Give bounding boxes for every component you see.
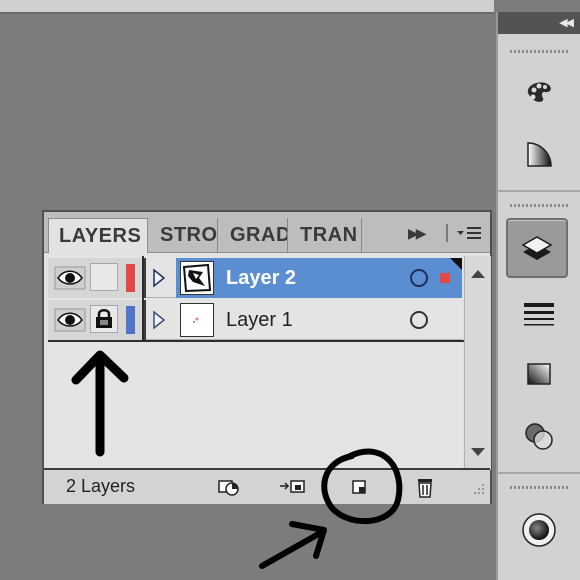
tool-dock: ◀◀ — [496, 12, 580, 580]
tab-divider — [446, 224, 448, 242]
panel-menu-icon[interactable] — [456, 226, 482, 240]
more-tabs-icon[interactable]: ▶▶ — [408, 225, 426, 242]
column-divider — [142, 256, 144, 340]
dock-separator — [498, 190, 580, 192]
current-layer-marker — [450, 258, 462, 270]
layer-controls — [48, 258, 146, 298]
delete-layer-icon[interactable] — [414, 476, 440, 498]
expand-triangle-icon[interactable] — [152, 268, 166, 288]
tab-label: GRAD — [230, 224, 288, 246]
gradient-panel-icon[interactable] — [512, 350, 566, 398]
make-clipping-mask-icon[interactable] — [278, 476, 305, 498]
layer-color-indicator — [126, 306, 135, 334]
layer-controls — [48, 300, 146, 340]
layer-color-indicator — [126, 264, 135, 292]
layer-thumbnail — [180, 261, 214, 295]
tab-label: TRAN — [300, 224, 358, 246]
swatches-icon[interactable] — [512, 68, 566, 116]
stroke-icon[interactable] — [512, 290, 566, 338]
tab-stroke[interactable]: STRO — [150, 218, 218, 252]
visibility-eye-icon[interactable] — [54, 308, 86, 332]
create-new-layer-icon[interactable] — [348, 476, 374, 498]
lock-toggle-empty[interactable] — [90, 263, 118, 291]
list-end-line — [48, 340, 464, 342]
layers-list: Layer 2 Layer 1 — [48, 256, 462, 470]
dock-header: ◀◀ — [498, 12, 580, 34]
layer-thumbnail — [180, 303, 214, 337]
dock-grip[interactable] — [510, 204, 570, 207]
resize-grip-icon[interactable] — [468, 476, 486, 498]
panel-tab-bar: LAYERS STRO GRAD TRAN ▶▶ — [44, 212, 490, 253]
layer-row[interactable]: Layer 2 — [48, 258, 462, 298]
canvas-window-edge — [0, 0, 494, 14]
collapse-dock-icon[interactable]: ◀◀ — [559, 16, 574, 29]
layer-name[interactable]: Layer 2 — [226, 267, 296, 290]
gradient-icon[interactable] — [512, 130, 566, 178]
tab-label: LAYERS — [59, 225, 142, 247]
appearance-icon[interactable] — [512, 506, 566, 554]
tab-transparency[interactable]: TRAN — [290, 218, 362, 252]
lock-icon — [96, 309, 112, 328]
tab-label: STRO — [160, 224, 218, 246]
scroll-up-icon[interactable] — [471, 270, 485, 278]
scroll-down-icon[interactable] — [471, 448, 485, 456]
visibility-eye-icon[interactable] — [54, 266, 86, 290]
target-circle-icon[interactable] — [410, 311, 428, 329]
expand-triangle-icon[interactable] — [152, 310, 166, 330]
selected-art-indicator[interactable] — [440, 273, 450, 283]
dock-grip[interactable] — [510, 486, 570, 489]
tab-gradient[interactable]: GRAD — [220, 218, 288, 252]
annotation-arrow-diagonal-icon — [259, 521, 327, 569]
layers-panel: LAYERS STRO GRAD TRAN ▶▶ Layer 2 Layer 1… — [42, 210, 492, 504]
dock-grip[interactable] — [510, 50, 570, 53]
lock-toggle[interactable] — [90, 305, 118, 333]
layer-name[interactable]: Layer 1 — [226, 309, 293, 332]
dock-separator — [498, 472, 580, 474]
locate-object-icon[interactable] — [216, 476, 242, 498]
layers-scrollbar[interactable] — [464, 256, 491, 470]
transparency-icon[interactable] — [512, 412, 566, 460]
target-circle-icon[interactable] — [410, 269, 428, 287]
layers-icon[interactable] — [506, 218, 568, 278]
layer-count: 2 Layers — [66, 476, 136, 496]
tab-layers[interactable]: LAYERS — [48, 218, 148, 253]
layer-row[interactable]: Layer 1 — [48, 300, 462, 340]
panel-footer: 2 Layers — [44, 468, 490, 504]
